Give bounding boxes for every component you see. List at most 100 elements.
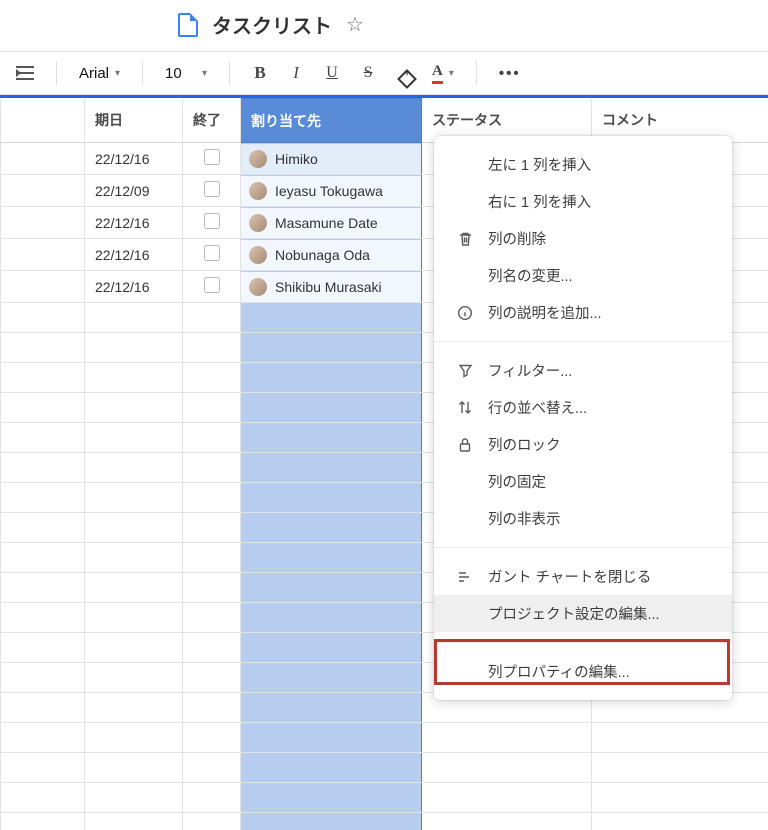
cell-assignee[interactable] (241, 573, 422, 603)
more-button[interactable]: ••• (493, 59, 527, 87)
cell-comment[interactable] (592, 753, 768, 783)
font-size-dropdown[interactable]: 10 (159, 59, 213, 87)
cell-due[interactable]: 22/12/16 (85, 143, 183, 175)
cell-blank[interactable] (1, 453, 85, 483)
header-done[interactable]: 終了 (183, 99, 241, 143)
underline-button[interactable]: U (318, 59, 346, 87)
cell-blank[interactable] (1, 303, 85, 333)
cell-assignee[interactable] (241, 663, 422, 693)
cell-due[interactable]: 22/12/16 (85, 239, 183, 271)
cell-assignee[interactable] (241, 453, 422, 483)
header-due[interactable]: 期日 (85, 99, 183, 143)
menu-freeze-col[interactable]: 列の固定 (434, 463, 732, 500)
cell-blank[interactable] (1, 363, 85, 393)
cell-done[interactable] (183, 423, 241, 453)
cell-due[interactable] (85, 363, 183, 393)
cell-comment[interactable] (592, 723, 768, 753)
cell-blank[interactable] (1, 175, 85, 207)
cell-blank[interactable] (1, 603, 85, 633)
cell-status[interactable] (422, 783, 592, 813)
cell-assignee[interactable] (241, 693, 422, 723)
cell-done[interactable] (183, 453, 241, 483)
cell-done[interactable] (183, 363, 241, 393)
cell-blank[interactable] (1, 663, 85, 693)
cell-blank[interactable] (1, 423, 85, 453)
cell-due[interactable] (85, 333, 183, 363)
cell-due[interactable] (85, 483, 183, 513)
menu-lock-col[interactable]: 列のロック (434, 426, 732, 463)
checkbox[interactable] (204, 149, 220, 165)
table-row[interactable] (1, 723, 768, 753)
font-family-dropdown[interactable]: Arial (73, 59, 126, 87)
cell-due[interactable] (85, 453, 183, 483)
cell-done[interactable] (183, 143, 241, 175)
cell-due[interactable] (85, 663, 183, 693)
cell-due[interactable]: 22/12/16 (85, 207, 183, 239)
cell-blank[interactable] (1, 693, 85, 723)
cell-done[interactable] (183, 175, 241, 207)
menu-edit-project-settings[interactable]: プロジェクト設定の編集... (434, 595, 732, 632)
cell-done[interactable] (183, 207, 241, 239)
cell-assignee[interactable]: Ieyasu Tokugawa (241, 175, 422, 207)
cell-assignee[interactable]: Himiko (241, 143, 422, 175)
document-title[interactable]: タスクリスト (212, 10, 332, 39)
italic-button[interactable]: I (282, 59, 310, 87)
cell-due[interactable]: 22/12/16 (85, 271, 183, 303)
cell-done[interactable] (183, 303, 241, 333)
cell-assignee[interactable]: Shikibu Murasaki (241, 271, 422, 303)
cell-due[interactable] (85, 513, 183, 543)
cell-done[interactable] (183, 271, 241, 303)
cell-blank[interactable] (1, 783, 85, 813)
cell-assignee[interactable] (241, 633, 422, 663)
cell-comment[interactable] (592, 813, 768, 830)
menu-sort-rows[interactable]: 行の並べ替え... (434, 389, 732, 426)
cell-blank[interactable] (1, 513, 85, 543)
cell-due[interactable] (85, 723, 183, 753)
cell-done[interactable] (183, 783, 241, 813)
cell-blank[interactable] (1, 723, 85, 753)
cell-status[interactable] (422, 723, 592, 753)
cell-comment[interactable] (592, 783, 768, 813)
cell-done[interactable] (183, 543, 241, 573)
cell-done[interactable] (183, 753, 241, 783)
menu-insert-col-right[interactable]: 右に 1 列を挿入 (434, 183, 732, 220)
cell-assignee[interactable] (241, 603, 422, 633)
cell-blank[interactable] (1, 271, 85, 303)
cell-assignee[interactable]: Masamune Date (241, 207, 422, 239)
cell-blank[interactable] (1, 333, 85, 363)
cell-assignee[interactable] (241, 423, 422, 453)
cell-due[interactable] (85, 543, 183, 573)
checkbox[interactable] (204, 213, 220, 229)
menu-edit-col-props[interactable]: 列プロパティの編集... (434, 653, 732, 690)
cell-due[interactable] (85, 753, 183, 783)
cell-blank[interactable] (1, 207, 85, 239)
table-row[interactable] (1, 783, 768, 813)
cell-due[interactable] (85, 303, 183, 333)
cell-done[interactable] (183, 723, 241, 753)
cell-due[interactable]: 22/12/09 (85, 175, 183, 207)
cell-due[interactable] (85, 573, 183, 603)
cell-blank[interactable] (1, 633, 85, 663)
menu-add-col-desc[interactable]: 列の説明を追加... (434, 294, 732, 331)
menu-filter[interactable]: フィルター... (434, 352, 732, 389)
cell-assignee[interactable] (241, 363, 422, 393)
cell-status[interactable] (422, 813, 592, 830)
cell-assignee[interactable] (241, 303, 422, 333)
menu-delete-col[interactable]: 列の削除 (434, 220, 732, 257)
cell-due[interactable] (85, 693, 183, 723)
cell-due[interactable] (85, 783, 183, 813)
fill-color-dropdown[interactable] (390, 59, 418, 87)
cell-due[interactable] (85, 393, 183, 423)
cell-due[interactable] (85, 603, 183, 633)
cell-done[interactable] (183, 603, 241, 633)
cell-assignee[interactable] (241, 393, 422, 423)
cell-done[interactable] (183, 633, 241, 663)
cell-assignee[interactable] (241, 543, 422, 573)
cell-assignee[interactable] (241, 333, 422, 363)
cell-blank[interactable] (1, 393, 85, 423)
cell-assignee[interactable] (241, 783, 422, 813)
strikethrough-button[interactable]: S (354, 59, 382, 87)
cell-done[interactable] (183, 693, 241, 723)
checkbox[interactable] (204, 181, 220, 197)
cell-done[interactable] (183, 573, 241, 603)
